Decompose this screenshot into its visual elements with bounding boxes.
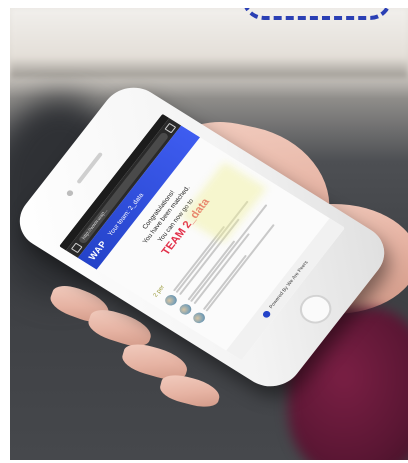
avatar: [191, 310, 208, 326]
logo-arc-fragment: [242, 8, 392, 20]
avatar: [162, 292, 179, 308]
home-button[interactable]: [293, 289, 338, 330]
tabs-icon[interactable]: [164, 122, 177, 134]
speaker-grill: [76, 151, 104, 185]
team-title-name: 2_data: [126, 191, 145, 212]
home-icon[interactable]: [70, 242, 83, 254]
photo-background: http://www.wap... WAP Your team: 2_data …: [10, 8, 408, 460]
peers-logo-icon: [260, 309, 272, 319]
finger-4: [157, 371, 223, 411]
front-camera: [65, 189, 75, 198]
member-count-label: per: [155, 284, 167, 295]
avatar: [176, 301, 194, 317]
